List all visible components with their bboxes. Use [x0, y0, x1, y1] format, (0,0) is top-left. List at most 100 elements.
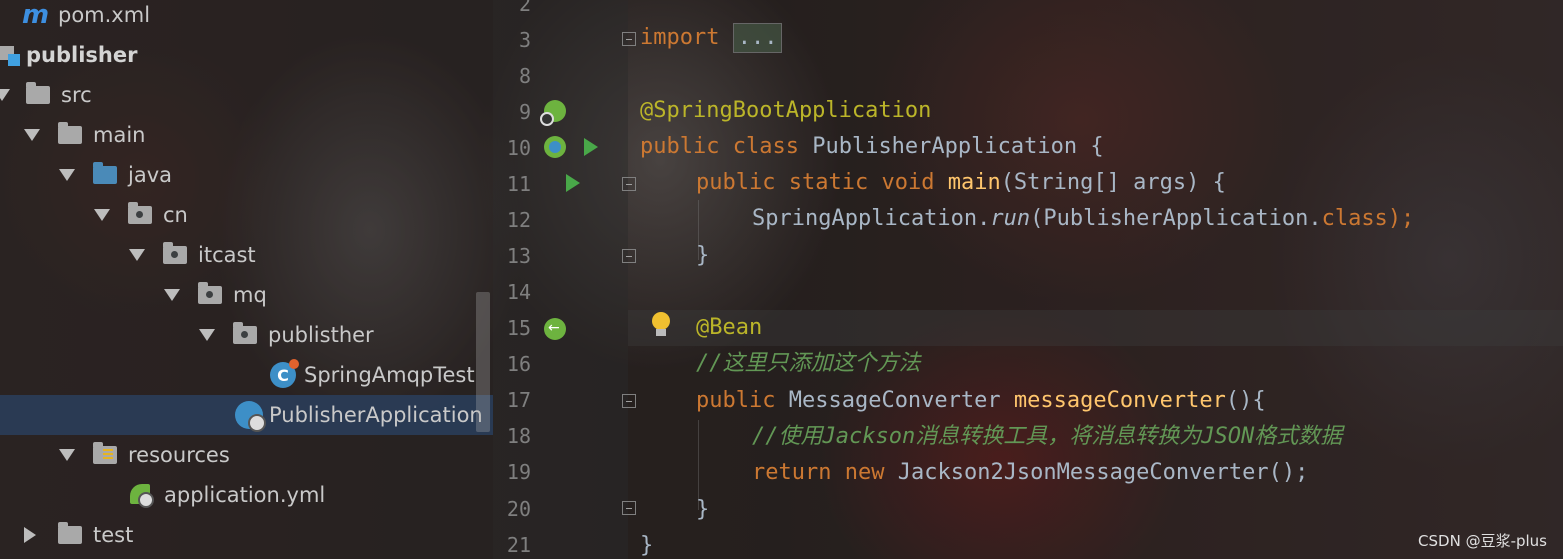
class-icon: C [270, 359, 299, 388]
tree-item-application-yml[interactable]: application.yml [0, 475, 493, 515]
line-number: 14 [506, 280, 531, 304]
code-line-20: } [696, 492, 709, 528]
chevron-down-icon[interactable] [59, 169, 75, 181]
fold-toggle-icon[interactable] [622, 501, 636, 515]
spring-yml-icon [128, 482, 154, 508]
folded-imports[interactable]: ... [732, 23, 783, 53]
line-number: 21 [506, 533, 531, 557]
tree-item-label: publisher [26, 43, 138, 67]
tree-item-label: src [61, 83, 92, 107]
code-line-13: } [696, 238, 709, 274]
tree-item-publisther[interactable]: publisther [0, 315, 493, 355]
keyword: static [788, 170, 869, 195]
tree-item-pom-xml[interactable]: m pom.xml [0, 0, 493, 35]
chevron-down-icon[interactable] [94, 209, 110, 221]
tree-item-main[interactable]: main [0, 115, 493, 155]
fold-toggle-icon[interactable] [622, 394, 636, 408]
arg: (PublisherApplication. [1030, 206, 1322, 231]
comment: //使用Jackson消息转换工具，将消息转换为JSON格式数据 [752, 424, 1343, 449]
fold-toggle-icon[interactable] [622, 249, 636, 263]
tree-item-cn[interactable]: cn [0, 195, 493, 235]
line-number: 19 [506, 460, 531, 484]
method-name: main [947, 170, 1001, 195]
watermark: CSDN @豆浆-plus [1418, 532, 1547, 550]
tree-item-itcast[interactable]: itcast [0, 235, 493, 275]
tree-item-src[interactable]: src [0, 75, 493, 115]
package-icon [163, 242, 187, 264]
folder-icon [26, 82, 50, 104]
tree-item-resources[interactable]: resources [0, 435, 493, 475]
run-icon[interactable] [584, 138, 598, 156]
class-glyph: C [277, 365, 289, 385]
annotation: @SpringBootApplication [640, 98, 932, 123]
tree-item-label: main [93, 123, 146, 147]
tree-item-publisher-application[interactable]: PublisherApplication [0, 395, 493, 435]
tree-item-label: test [93, 523, 134, 547]
spring-bean-navigate-icon[interactable] [544, 318, 566, 340]
tree-item-test[interactable]: test [0, 515, 493, 555]
keyword: public [696, 170, 776, 195]
line-number: 18 [506, 424, 531, 448]
module-icon [0, 44, 22, 66]
code-line-19: return new Jackson2JsonMessageConverter(… [752, 455, 1308, 491]
tree-scrollbar[interactable] [476, 292, 490, 432]
project-tree: m pom.xml publisher src main java cn itc… [0, 0, 493, 559]
tree-item-label: cn [163, 203, 188, 227]
constructor-call: Jackson2JsonMessageConverter(); [884, 460, 1309, 485]
class-ref: SpringApplication. [752, 206, 991, 231]
spring-context-icon[interactable] [544, 136, 566, 158]
tree-item-label: java [128, 163, 172, 187]
keyword: return [752, 460, 832, 485]
tree-item-spring-amqp-test[interactable]: C SpringAmqpTest [0, 355, 493, 395]
spring-boot-class-icon [235, 401, 266, 432]
line-number: 2 [518, 0, 531, 16]
folder-icon [58, 522, 82, 544]
chevron-down-icon[interactable] [199, 329, 215, 341]
code-editor[interactable]: import ... @SpringBootApplication public… [640, 0, 1563, 559]
tree-item-label: mq [233, 283, 267, 307]
tree-item-publisher[interactable]: publisher [0, 35, 493, 75]
tree-item-label: pom.xml [58, 3, 151, 27]
tree-item-label: publisther [268, 323, 374, 347]
run-icon[interactable] [566, 174, 580, 192]
chevron-down-icon[interactable] [0, 89, 10, 101]
code-line-11: public static void main(String[] args) { [696, 165, 1226, 201]
code-line-10: public class PublisherApplication { [640, 129, 1104, 165]
keyword: public [640, 134, 720, 159]
brace: } [696, 497, 710, 522]
chevron-down-icon[interactable] [164, 289, 180, 301]
tree-item-label: PublisherApplication [269, 403, 483, 427]
keyword: class [732, 134, 799, 159]
class-name: PublisherApplication { [798, 134, 1104, 159]
code-line-9: @SpringBootApplication [640, 93, 931, 129]
brace: } [696, 243, 710, 268]
package-icon [233, 322, 257, 344]
line-number: 3 [518, 28, 531, 52]
line-number: 17 [506, 388, 531, 412]
tree-item-java[interactable]: java [0, 155, 493, 195]
annotation: @Bean [696, 315, 763, 340]
source-folder-icon [93, 162, 117, 184]
spring-bean-search-icon[interactable] [540, 100, 566, 126]
chevron-down-icon[interactable] [24, 129, 40, 141]
tree-item-mq[interactable]: mq [0, 275, 493, 315]
code-line-18: //使用Jackson消息转换工具，将消息转换为JSON格式数据 [752, 419, 1342, 455]
fold-toggle-icon[interactable] [622, 177, 636, 191]
chevron-down-icon[interactable] [59, 449, 75, 461]
params: (String[] args) { [1000, 170, 1226, 195]
tree-item-label: itcast [198, 243, 256, 267]
chevron-right-icon[interactable] [24, 527, 36, 543]
chevron-down-icon[interactable] [129, 249, 145, 261]
code-line-16: //这里只添加这个方法 [696, 346, 921, 382]
line-number: 10 [506, 136, 531, 160]
fold-toggle-icon[interactable] [622, 32, 636, 46]
tree-item-label: SpringAmqpTest [304, 363, 475, 387]
line-number: 13 [506, 244, 531, 268]
test-marker-icon [289, 359, 299, 369]
tree-item-label: application.yml [164, 483, 326, 507]
keyword: import [640, 25, 720, 50]
comment: //这里只添加这个方法 [696, 351, 921, 376]
brace: } [640, 533, 654, 558]
keyword: public [696, 388, 776, 413]
keyword: new [844, 460, 885, 485]
